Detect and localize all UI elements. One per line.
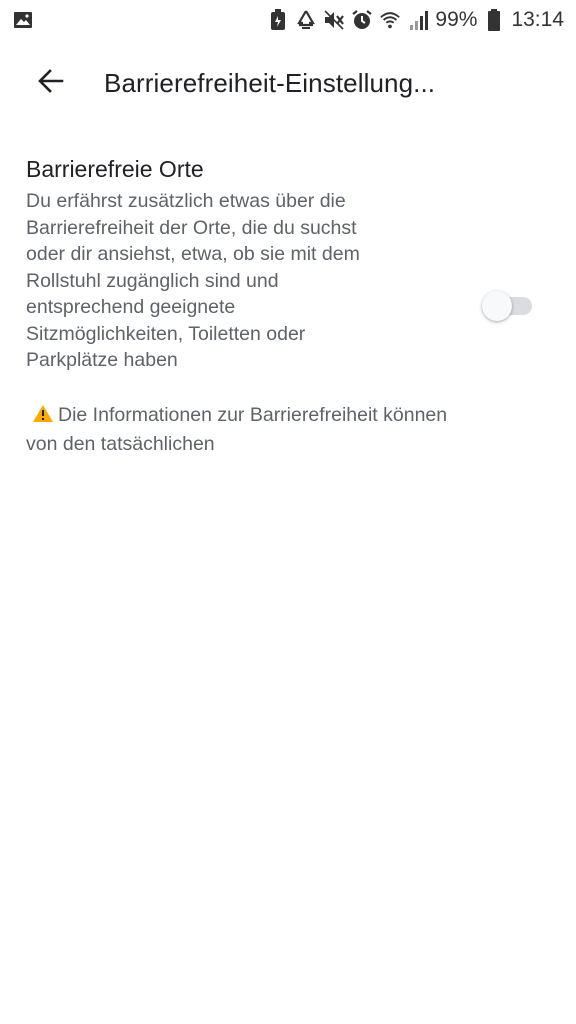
- battery-icon: [483, 9, 505, 31]
- battery-percent: 99%: [435, 8, 478, 31]
- status-right: 99% 13:14: [267, 8, 564, 32]
- clock: 13:14: [511, 8, 564, 31]
- status-left: [12, 9, 34, 31]
- battery-saver-icon: [267, 9, 289, 31]
- setting-accessible-places[interactable]: Barrierefreie Orte Du erfährst zusätzlic…: [26, 156, 550, 374]
- recycle-icon: [295, 9, 317, 31]
- app-bar: Barrierefreiheit-Einstellung...: [0, 48, 576, 118]
- toggle-thumb: [482, 291, 512, 321]
- image-icon: [12, 9, 34, 31]
- setting-title: Barrierefreie Orte: [26, 156, 204, 182]
- accessible-places-toggle[interactable]: [482, 290, 534, 322]
- setting-description: Du erfährst zusätzlich etwas über die Ba…: [26, 190, 360, 371]
- accessibility-warning: Die Informationen zur Barrierefreiheit k…: [26, 402, 456, 457]
- page-title: Barrierefreiheit-Einstellung...: [104, 67, 436, 98]
- warning-text: Die Informationen zur Barrierefreiheit k…: [26, 404, 448, 455]
- mute-icon: [323, 9, 345, 31]
- signal-icon: [407, 9, 429, 31]
- status-bar: 99% 13:14: [0, 0, 576, 40]
- wifi-icon: [379, 9, 401, 31]
- arrow-back-icon: [37, 67, 65, 100]
- alarm-icon: [351, 9, 373, 31]
- back-button[interactable]: [23, 55, 79, 111]
- warning-icon: [32, 404, 54, 431]
